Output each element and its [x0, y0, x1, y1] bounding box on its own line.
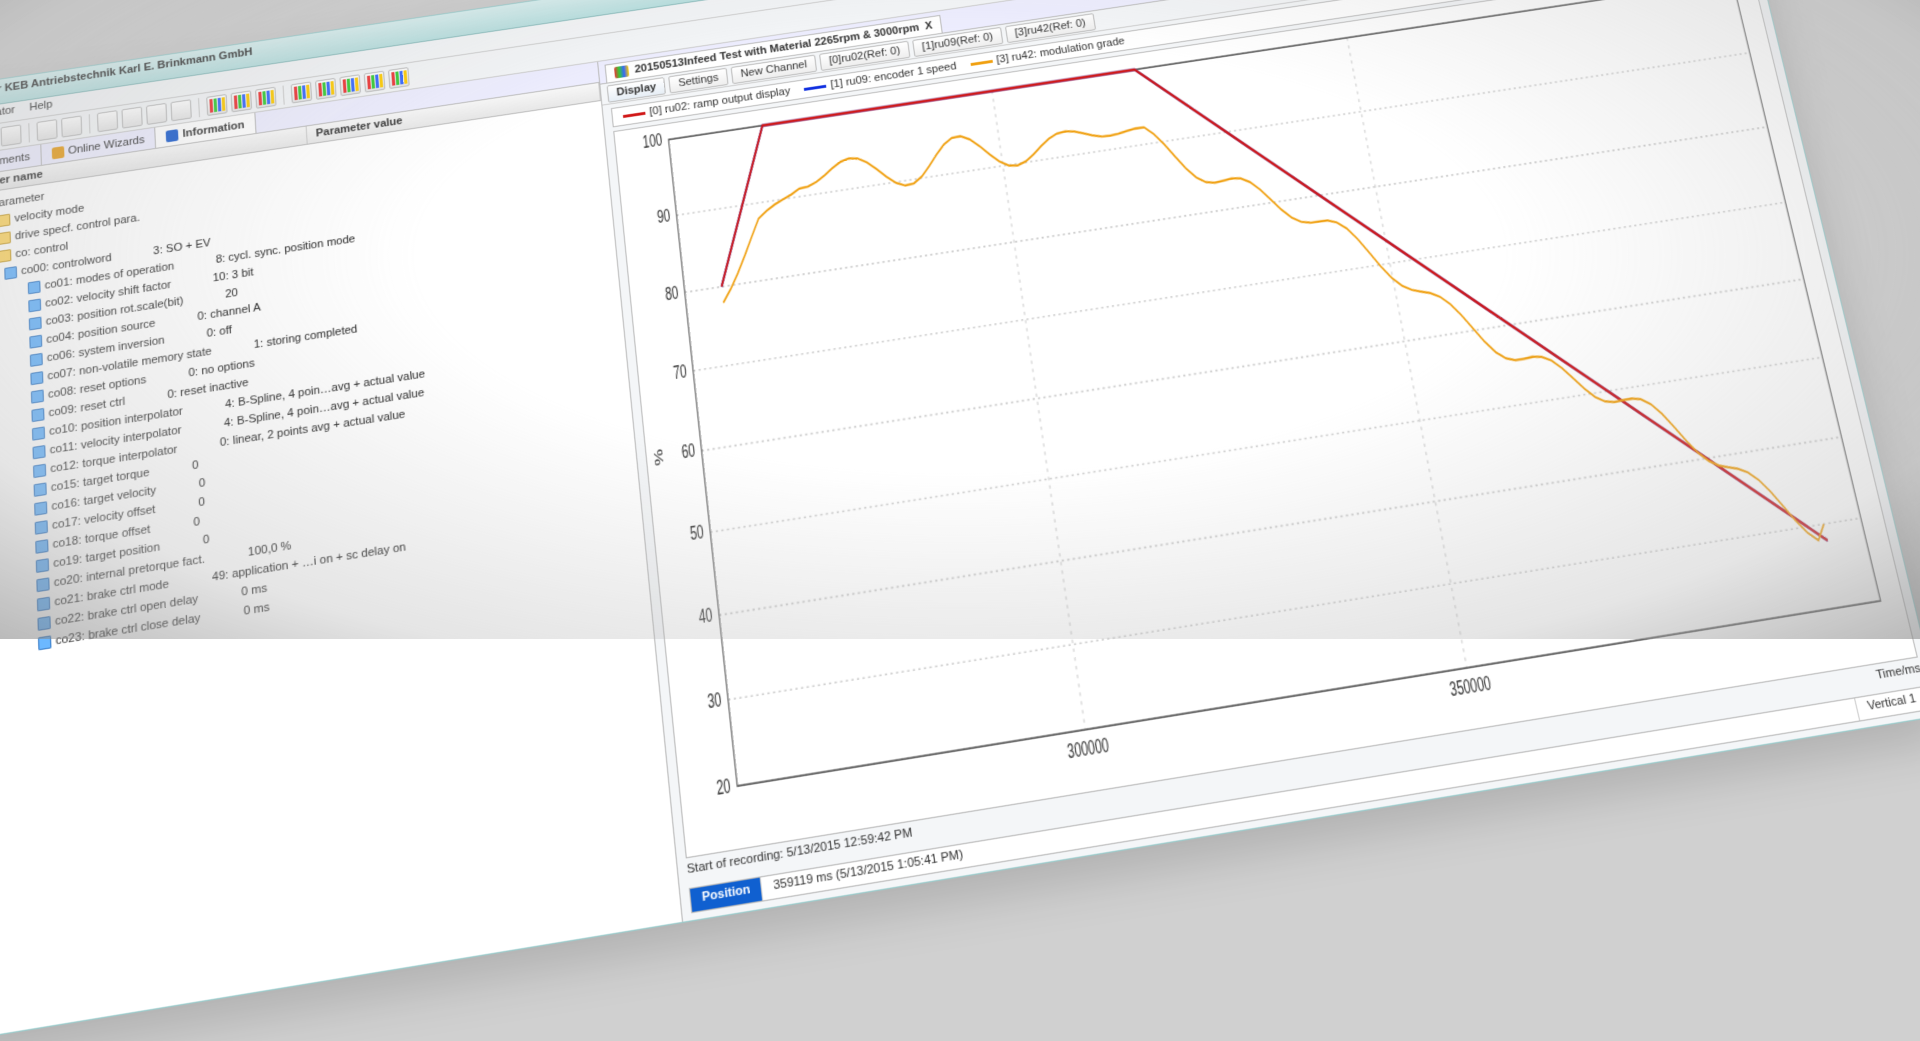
parameter-value: 0: off	[206, 324, 232, 340]
scope-icon	[614, 65, 629, 78]
parameter-leaf-icon	[37, 616, 50, 631]
wizard-icon	[51, 146, 64, 159]
toolbar-icon[interactable]	[121, 106, 142, 128]
svg-text:300000: 300000	[1066, 735, 1110, 763]
svg-text:50: 50	[689, 523, 705, 546]
toolbar-color-icon[interactable]	[364, 70, 386, 92]
parameter-leaf-icon	[34, 501, 47, 516]
toolbar-color-icon[interactable]	[231, 90, 252, 112]
folder-icon	[0, 214, 10, 228]
toolbar-separator	[198, 98, 200, 117]
svg-text:100: 100	[642, 131, 663, 153]
parameter-value: 0	[198, 496, 205, 510]
parameter-leaf-icon	[32, 426, 45, 440]
toolbar-icon[interactable]	[170, 99, 191, 121]
toolbar-icon[interactable]	[1, 124, 22, 146]
toolbar-color-icon[interactable]	[315, 77, 337, 99]
svg-text:20: 20	[716, 776, 732, 800]
parameter-value: 0	[193, 516, 200, 530]
parameter-leaf-icon	[35, 539, 48, 554]
parameter-leaf-icon	[31, 408, 44, 422]
menu-help[interactable]: Help	[29, 99, 53, 117]
status-vertical-header: Vertical 1	[1854, 687, 1920, 720]
parameter-leaf-icon	[35, 520, 48, 535]
toolbar-color-icon[interactable]	[255, 86, 276, 108]
parameter-value: 0 ms	[241, 582, 267, 599]
navigator-pane: Documents Online Wizards Information Par…	[0, 62, 683, 1040]
parameter-leaf-icon	[38, 635, 51, 650]
legend-swatch-icon	[804, 84, 827, 90]
parameter-leaf-icon	[29, 335, 42, 349]
scope-pane: 20150513Infeed Test with Material 2265rp…	[598, 0, 1920, 922]
svg-text:40: 40	[698, 606, 714, 629]
svg-text:%: %	[652, 448, 667, 467]
parameter-leaf-icon	[31, 389, 44, 403]
toolbar-icon[interactable]	[36, 119, 57, 141]
parameter-leaf-icon	[32, 445, 45, 459]
toolbar-icon[interactable]	[97, 110, 118, 132]
parameter-leaf-icon	[30, 353, 43, 367]
x-axis-label: Time/ms	[1875, 662, 1920, 689]
parameter-leaf-icon	[4, 266, 17, 280]
parameter-leaf-icon	[36, 577, 49, 592]
folder-icon	[0, 249, 11, 263]
svg-text:70: 70	[672, 362, 687, 384]
legend-swatch-icon	[970, 60, 992, 66]
parameter-leaf-icon	[28, 281, 41, 295]
toolbar-color-icon[interactable]	[206, 93, 227, 115]
parameter-leaf-icon	[29, 317, 42, 331]
svg-text:60: 60	[681, 442, 696, 464]
parameter-value: 0	[192, 459, 199, 472]
parameter-value: 0 ms	[243, 601, 269, 618]
parameter-value: 20	[225, 287, 238, 301]
toolbar-separator	[283, 85, 285, 104]
legend-swatch-icon	[623, 111, 646, 117]
parameter-value: 0	[203, 533, 210, 547]
parameter-leaf-icon	[28, 299, 41, 313]
toolbar-icon[interactable]	[61, 115, 82, 137]
svg-text:80: 80	[664, 284, 679, 306]
parameter-tree[interactable]: –Parameter–velocity mode–drive specf. co…	[0, 101, 682, 1040]
toolbar-separator	[28, 123, 30, 142]
parameter-value: 0	[199, 477, 206, 491]
parameter-leaf-icon	[36, 558, 49, 573]
info-icon	[166, 129, 179, 142]
toolbar-separator	[89, 114, 91, 133]
parameter-leaf-icon	[34, 482, 47, 497]
toolbar-color-icon[interactable]	[388, 67, 410, 89]
svg-text:90: 90	[656, 207, 671, 228]
parameter-leaf-icon	[33, 464, 46, 478]
folder-icon	[0, 231, 11, 245]
toolbar-icon[interactable]	[146, 102, 167, 124]
svg-text:30: 30	[707, 690, 723, 714]
parameter-leaf-icon	[30, 371, 43, 385]
application-window: …red for KEB Antriebstechnik Karl E. Bri…	[0, 0, 1920, 1041]
status-position-header: Position	[690, 878, 763, 912]
svg-text:350000: 350000	[1448, 673, 1493, 701]
parameter-leaf-icon	[37, 597, 50, 612]
toolbar-color-icon[interactable]	[291, 81, 313, 103]
close-icon[interactable]: X	[924, 20, 933, 32]
toolbar-color-icon[interactable]	[339, 74, 361, 96]
